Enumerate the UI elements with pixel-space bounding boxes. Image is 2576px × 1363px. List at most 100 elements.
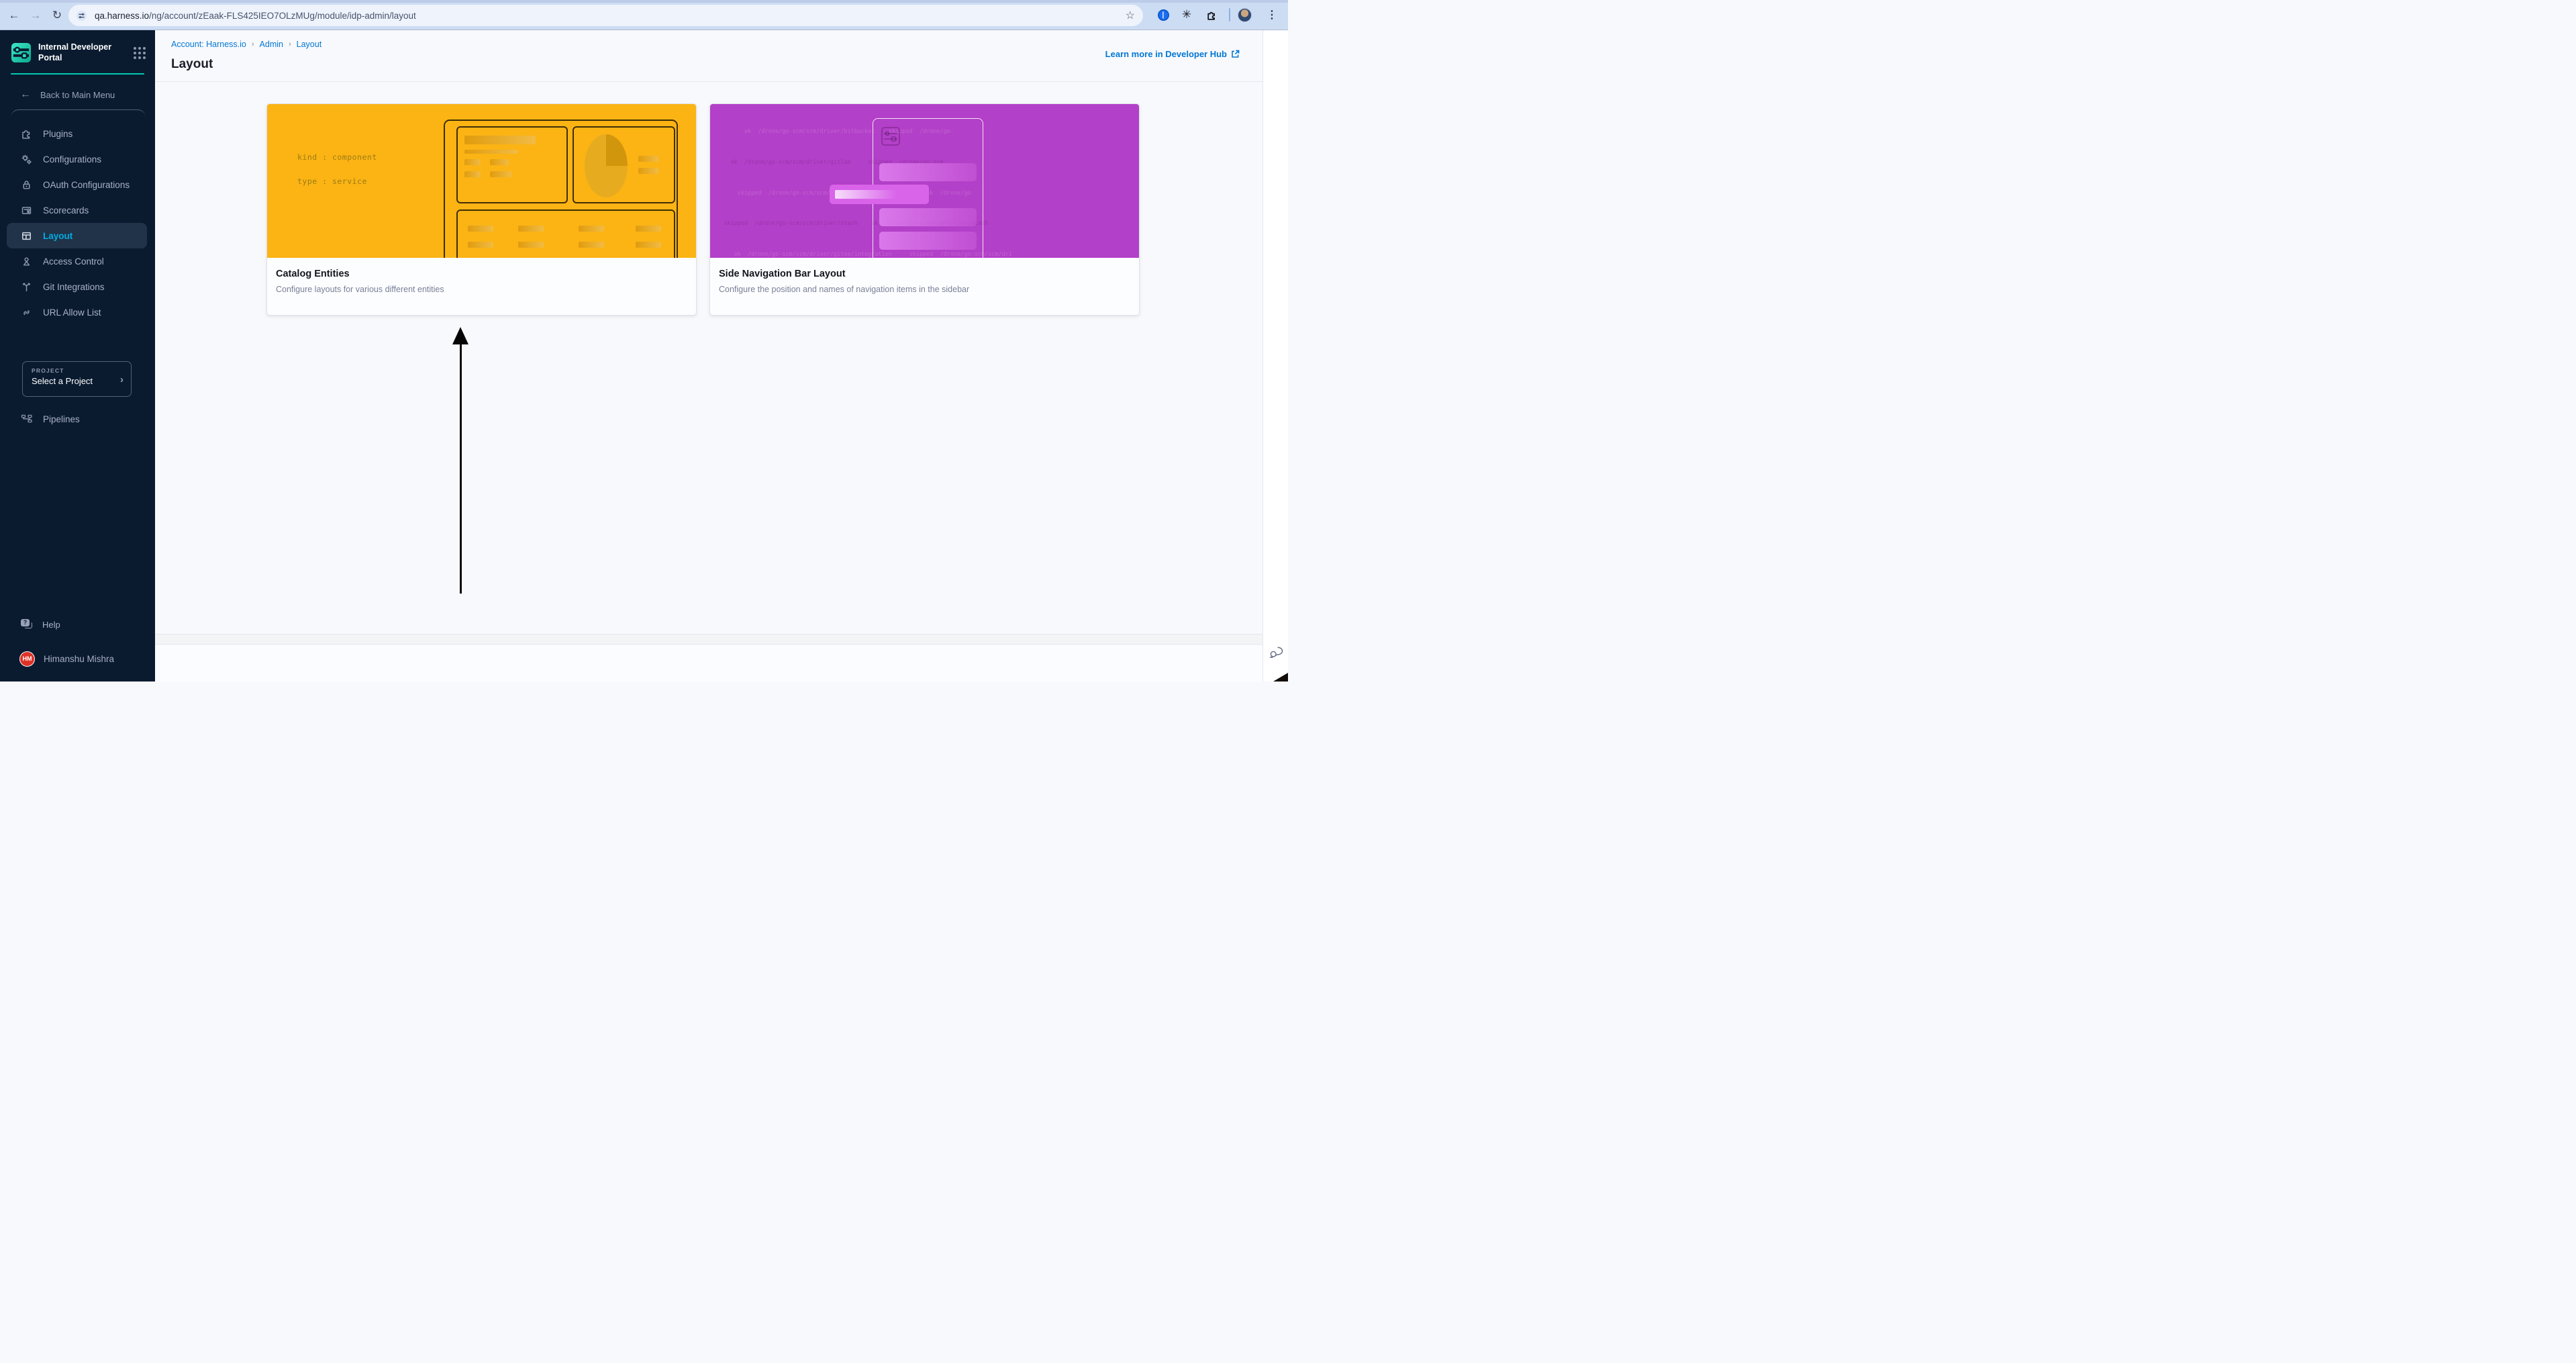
url-domain: qa.harness.io: [95, 10, 150, 21]
screen: ← → ↻ qa.harness.io/ng/account/zEaak-FLS…: [0, 0, 1288, 682]
toolbar-separator: [1229, 8, 1230, 21]
harness-idp-logo-icon: [11, 43, 32, 63]
sidebar-item-label: Configurations: [43, 154, 102, 164]
forward-icon[interactable]: →: [27, 7, 44, 24]
pipelines-icon: [21, 415, 32, 423]
sidebar-item-configurations[interactable]: Configurations: [11, 146, 146, 172]
help-item[interactable]: ? Help: [11, 612, 144, 637]
sidebar-item-access-control[interactable]: Access Control: [11, 248, 146, 274]
browser-profile-avatar[interactable]: [1237, 7, 1252, 22]
browser-toolbar: ← → ↻ qa.harness.io/ng/account/zEaak-FLS…: [0, 0, 1288, 30]
breadcrumb: Account: Harness.io › Admin › Layout: [171, 40, 321, 49]
sidebar-item-label: Layout: [43, 230, 73, 241]
catalog-entities-card[interactable]: kind : component type : service Catalog …: [266, 103, 697, 316]
app-grid-icon[interactable]: [134, 46, 146, 59]
card-title: Catalog Entities: [276, 269, 350, 279]
bookmark-star-icon[interactable]: ☆: [1126, 9, 1135, 22]
reload-icon[interactable]: ↻: [48, 7, 66, 24]
sidebar-item-git-integrations[interactable]: Git Integrations: [11, 274, 146, 299]
card-description: Configure layouts for various different …: [276, 285, 444, 294]
help-label: Help: [42, 619, 60, 630]
sidebar: Internal Developer Portal ← Back to Main…: [0, 30, 155, 682]
url-text[interactable]: qa.harness.io/ng/account/zEaak-FLS425IEO…: [95, 11, 416, 21]
sidebar-item-label: Scorecards: [43, 205, 89, 216]
lock-icon: [23, 181, 30, 189]
project-label: PROJECT: [32, 367, 64, 375]
mock-nav-item-selected: [830, 185, 929, 204]
external-link-icon: [1232, 50, 1240, 58]
support-chat-icon[interactable]: [1269, 645, 1284, 660]
learn-more-link[interactable]: Learn more in Developer Hub: [1105, 49, 1240, 59]
sidenav-card-illustration: ok /drone/go-scm/scm/driver/bitbucket sk…: [710, 104, 1139, 258]
gears-icon: [21, 154, 32, 164]
sidebar-item-plugins[interactable]: Plugins: [11, 121, 146, 146]
puzzle-icon: [22, 130, 30, 139]
card-title: Side Navigation Bar Layout: [719, 269, 846, 279]
person-icon: [23, 257, 30, 266]
browser-menu-icon[interactable]: ⋮: [1265, 7, 1279, 22]
breadcrumb-layout[interactable]: Layout: [297, 40, 322, 49]
site-settings-icon[interactable]: [76, 10, 87, 21]
sidebar-item-oauth-configurations[interactable]: OAuth Configurations: [11, 172, 146, 197]
scorecard-icon: [21, 206, 32, 214]
brand-title: Internal Developer Portal: [38, 42, 112, 62]
onepassword-extension-icon[interactable]: ❘: [1156, 7, 1171, 22]
git-branch-icon: [23, 283, 30, 291]
mock-panel-chart: [573, 126, 675, 203]
header-divider: [155, 81, 1262, 82]
right-rail: [1262, 30, 1288, 682]
sidebar-item-label: URL Allow List: [43, 307, 101, 318]
mock-yaml-line: type : service: [297, 177, 367, 186]
link-icon: [23, 310, 30, 315]
user-name: Himanshu Mishra: [44, 653, 115, 664]
mock-nav-item: [879, 232, 977, 250]
layout-cards: kind : component type : service Catalog …: [266, 103, 1140, 316]
mock-yaml-line: kind : component: [297, 152, 377, 162]
project-value: Select a Project: [32, 376, 93, 387]
sidebar-item-label: Plugins: [43, 128, 73, 139]
loading-extension-icon[interactable]: ✳: [1179, 7, 1194, 22]
mock-panel-table: [456, 209, 675, 258]
mouse-cursor: [1273, 673, 1288, 682]
content-bottom-area: [155, 645, 1262, 682]
help-chat-icon: ?: [21, 619, 33, 630]
back-to-main-menu[interactable]: ← Back to Main Menu: [20, 89, 144, 101]
extensions-puzzle-icon[interactable]: [1204, 7, 1219, 22]
catalog-card-illustration: kind : component type : service: [267, 104, 696, 258]
url-bar[interactable]: qa.harness.io/ng/account/zEaak-FLS425IEO…: [68, 5, 1143, 26]
catalog-card-footer: Catalog Entities Configure layouts for v…: [267, 258, 696, 294]
sidebar-menu: Plugins Configurations OAuth Configurati…: [7, 109, 147, 325]
sidebar-item-pipelines[interactable]: Pipelines: [11, 406, 144, 432]
main-content: Account: Harness.io › Admin › Layout Lay…: [155, 30, 1288, 682]
breadcrumb-separator: ›: [251, 40, 254, 48]
sidenav-card-footer: Side Navigation Bar Layout Configure the…: [710, 258, 1139, 294]
mock-nav-item: [879, 208, 977, 226]
annotation-arrow-up: [452, 327, 469, 594]
sidebar-item-label: Git Integrations: [43, 281, 105, 292]
back-icon[interactable]: ←: [5, 7, 23, 24]
arrow-left-icon: ←: [20, 89, 31, 101]
user-profile[interactable]: HM Himanshu Mishra: [11, 645, 144, 672]
sidebar-item-url-allow-list[interactable]: URL Allow List: [11, 299, 146, 325]
side-navigation-card[interactable]: ok /drone/go-scm/scm/driver/bitbucket sk…: [709, 103, 1140, 316]
layout-icon: [22, 232, 31, 240]
user-avatar: HM: [19, 651, 35, 667]
breadcrumb-separator: ›: [288, 40, 291, 48]
sidebar-bottom: ? Help HM Himanshu Mishra: [0, 612, 155, 682]
breadcrumb-admin[interactable]: Admin: [260, 40, 283, 49]
sidebar-item-scorecards[interactable]: Scorecards: [11, 197, 146, 223]
project-selector[interactable]: PROJECT Select a Project ›: [22, 361, 132, 397]
content-bottom-band: [155, 634, 1262, 645]
url-path: /ng/account/zEaak-FLS425IEO7OLzMUg/modul…: [149, 10, 416, 21]
mock-nav-item: [879, 163, 977, 181]
chevron-right-icon: ›: [120, 374, 123, 386]
brand-underline: [11, 73, 144, 75]
mock-pie-chart: [585, 134, 628, 197]
sidebar-item-layout[interactable]: Layout: [7, 223, 147, 249]
card-description: Configure the position and names of navi…: [719, 285, 970, 294]
page-title: Layout: [171, 57, 213, 71]
sidebar-item-label: Pipelines: [43, 414, 80, 424]
breadcrumb-account[interactable]: Account: Harness.io: [171, 40, 246, 49]
back-label: Back to Main Menu: [40, 89, 115, 100]
sidebar-item-label: OAuth Configurations: [43, 179, 130, 190]
